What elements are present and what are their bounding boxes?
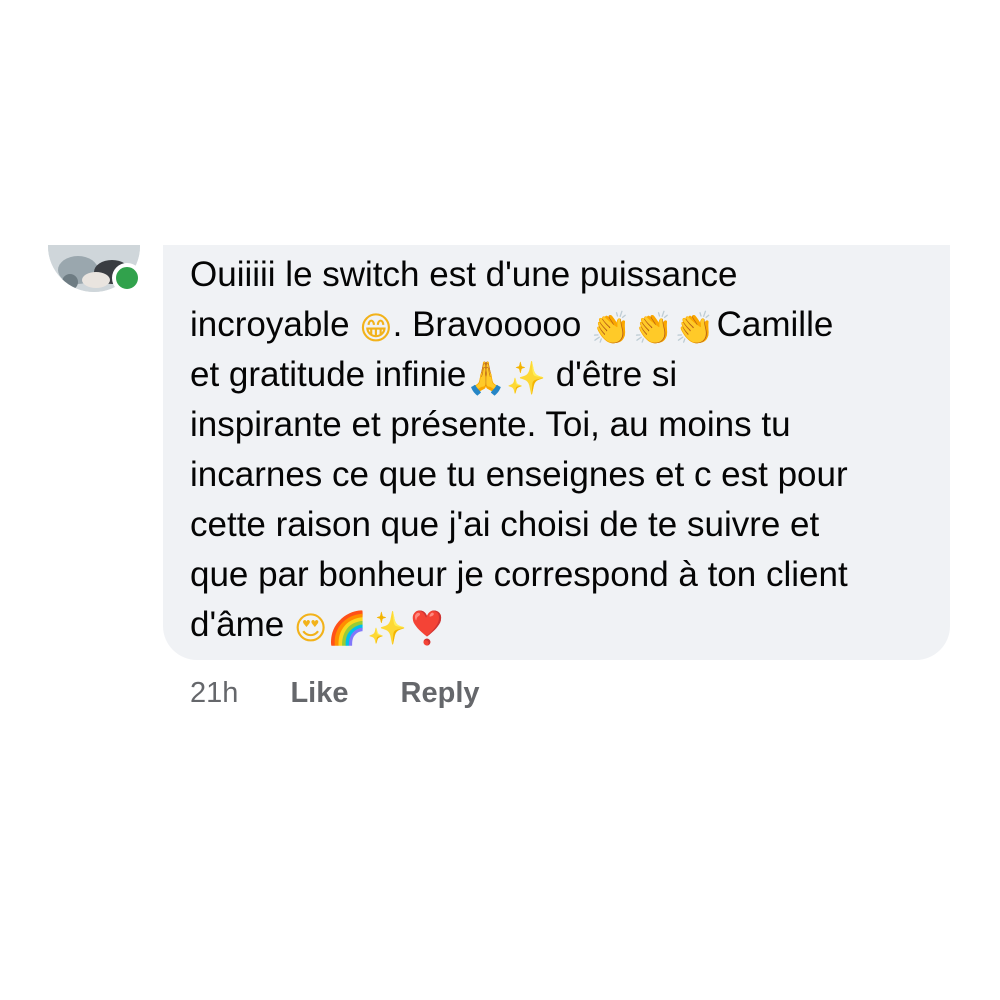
comment-line: incroyable 😁. Bravooooo 👏👏👏Camille [190, 305, 834, 347]
comment-line: incarnes ce que tu enseignes et c est po… [190, 455, 848, 494]
heart-eyes-icon: 😍 [293, 609, 328, 647]
heart-exclamation-icon: ❣️ [407, 609, 447, 647]
comment-container: Ouiiiii le switch est d'une puissance in… [0, 245, 1000, 1000]
like-button[interactable]: Like [290, 673, 348, 713]
reply-button[interactable]: Reply [401, 673, 480, 713]
comment-text: Ouiiiii le switch est d'une puissance in… [190, 250, 935, 650]
comment-line: et gratitude infinie🙏 ✨ d'être si [190, 355, 678, 397]
comment-actions: 21h Like Reply [190, 673, 480, 713]
comment-screen: Ouiiiii le switch est d'une puissance in… [0, 0, 1000, 1000]
sparkles-icon: ✨ [367, 609, 408, 647]
online-status-icon [112, 263, 142, 293]
comment-line: d'âme 😍🌈✨ ❣️ [190, 605, 447, 647]
sparkles-icon: ✨ [506, 359, 546, 397]
comment-line: inspirante et présente. Toi, au moins tu [190, 405, 791, 444]
grinning-face-icon: 😁 [359, 309, 393, 347]
comment-timestamp[interactable]: 21h [190, 673, 238, 713]
clapping-hands-icon: 👏👏👏 [591, 309, 717, 347]
comment-line: Ouiiiii le switch est d'une puissance [190, 255, 738, 294]
comment-line: que par bonheur je correspond à ton clie… [190, 555, 848, 594]
rainbow-icon: 🌈 [327, 609, 368, 647]
folded-hands-icon: 🙏 [466, 359, 507, 397]
comment-line: cette raison que j'ai choisi de te suivr… [190, 505, 820, 544]
